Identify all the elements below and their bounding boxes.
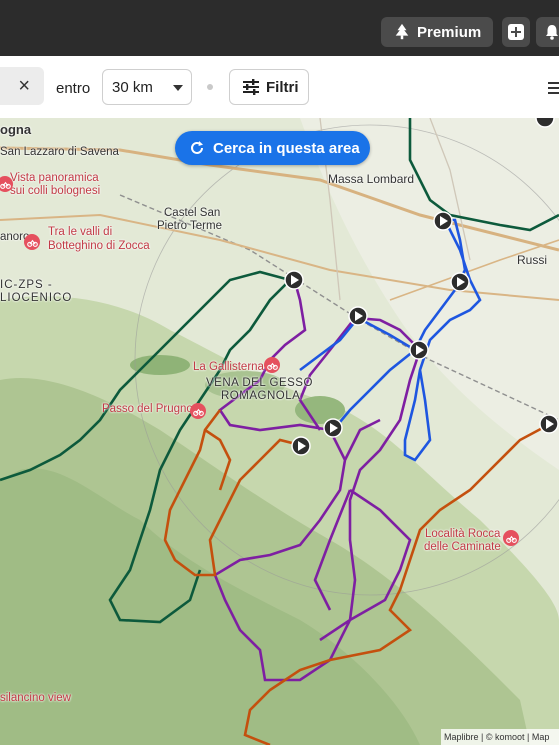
bike-poi-icon[interactable]: [190, 403, 206, 419]
notifications-button[interactable]: [536, 17, 559, 47]
separator-dot: [207, 84, 213, 90]
place-label: VENA DEL GESSO: [206, 377, 313, 389]
premium-label: Premium: [417, 23, 482, 41]
place-label: San Lazzaro di Savena: [0, 146, 119, 158]
poi-label: La Gallisterna: [193, 361, 264, 373]
filters-button[interactable]: Filtri: [229, 69, 309, 105]
sliders-icon: [243, 79, 259, 95]
place-label: IC-ZPS -: [0, 279, 53, 291]
bike-poi-icon[interactable]: [503, 530, 519, 546]
bike-poi-icon[interactable]: [264, 357, 280, 373]
place-label: Massa Lombard: [328, 172, 415, 186]
distance-select[interactable]: 30 km: [102, 69, 192, 105]
map-attribution[interactable]: Maplibre | © komoot | Map: [441, 729, 559, 745]
top-header: Premium: [0, 0, 559, 56]
place-label: Pietro Terme: [157, 220, 222, 232]
poi-label: Località Rocca: [425, 528, 501, 540]
poi-label: Tra le valli di: [48, 226, 113, 238]
place-label: Russi: [517, 253, 548, 267]
premium-button[interactable]: Premium: [381, 17, 493, 47]
chevron-down-icon: [173, 85, 183, 91]
poi-label: Vista panoramica: [10, 172, 99, 184]
bike-poi-icon[interactable]: [24, 234, 40, 250]
map-view[interactable]: ogna San Lazzaro di Savena Vista panoram…: [0, 118, 559, 745]
tree-icon: [395, 23, 409, 40]
bell-icon: [546, 25, 558, 40]
poi-label: Botteghino di Zocca: [48, 240, 150, 252]
distance-value: 30 km: [112, 78, 153, 96]
poi-label: sui colli bolognesi: [10, 185, 101, 197]
poi-label: Passo del Prugno: [102, 403, 193, 415]
refresh-icon: [191, 141, 203, 154]
place-label: ROMAGNOLA: [221, 390, 301, 402]
map-canvas: [0, 118, 559, 745]
filters-label: Filtri: [266, 78, 299, 96]
close-icon: ×: [18, 74, 30, 97]
clear-location-button[interactable]: ×: [0, 67, 44, 105]
menu-icon[interactable]: [548, 82, 559, 94]
poi-label: silancino view: [0, 692, 71, 704]
within-label: entro: [56, 80, 91, 97]
poi-label: delle Caminate: [424, 541, 501, 553]
place-label: LIOCENICO: [0, 292, 73, 304]
add-button[interactable]: [502, 17, 530, 47]
plus-icon: [508, 24, 524, 40]
search-this-area-label: Cerca in questa area: [213, 139, 360, 157]
filter-bar: × entro 30 km Filtri: [0, 56, 559, 119]
search-this-area-button[interactable]: Cerca in questa area: [175, 131, 370, 165]
place-label: Castel San: [164, 207, 221, 219]
place-label: ogna: [0, 122, 32, 137]
